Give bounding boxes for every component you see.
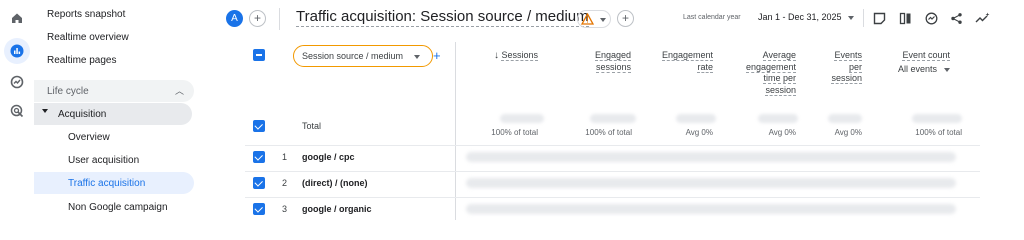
row-metrics-redacted — [466, 152, 956, 162]
advertising-icon[interactable] — [8, 102, 26, 120]
row-metrics-redacted — [466, 178, 956, 188]
share-icon[interactable] — [948, 10, 964, 26]
total-label: Total — [302, 121, 322, 131]
column-label: Engaged sessions — [594, 50, 631, 73]
row-checkbox[interactable] — [253, 177, 265, 189]
compare-icon[interactable] — [897, 10, 913, 26]
nav-realtime-overview[interactable]: Realtime overview — [47, 32, 129, 43]
total-value-engaged — [590, 114, 636, 123]
insights-icon[interactable] — [923, 10, 939, 26]
warning-dropdown[interactable] — [577, 10, 611, 28]
column-label: Events per session — [831, 50, 862, 84]
event-filter-dropdown[interactable]: All events — [898, 64, 937, 74]
time-avg: Avg 0% — [768, 128, 796, 137]
caret-down-icon — [42, 109, 48, 113]
sessions-total-pct: 100% of total — [491, 128, 538, 137]
row-number: 2 — [282, 178, 288, 188]
nav-user-acquisition[interactable]: User acquisition — [68, 155, 139, 166]
caret-down-icon — [944, 68, 950, 72]
select-all-checkbox[interactable] — [253, 49, 265, 61]
column-label: Event count — [902, 50, 950, 61]
column-header-avg-engagement-time[interactable]: Average engagement time per session — [738, 50, 796, 96]
total-value-events-per — [828, 114, 862, 123]
nav-overview[interactable]: Overview — [68, 132, 110, 143]
row-dimension-value[interactable]: google / cpc — [302, 152, 355, 162]
rate-avg: Avg 0% — [685, 128, 713, 137]
add-dimension-button[interactable]: + — [433, 48, 441, 63]
row-checkbox[interactable] — [253, 151, 265, 163]
reports-icon[interactable] — [4, 38, 30, 64]
total-value-rate — [676, 114, 716, 123]
total-value-sessions — [500, 114, 544, 123]
column-header-engaged-sessions[interactable]: Engaged sessions — [581, 50, 631, 73]
add-comparison-button[interactable]: + — [249, 10, 266, 27]
event-count-total-pct: 100% of total — [915, 128, 962, 137]
column-header-events-per-session[interactable]: Events per session — [820, 50, 862, 85]
column-header-event-count[interactable]: Event count — [880, 50, 950, 62]
sort-down-icon: ↓ — [493, 50, 499, 61]
nav-traffic-acquisition[interactable]: Traffic acquisition — [34, 172, 194, 194]
engaged-total-pct: 100% of total — [585, 128, 632, 137]
avatar[interactable]: A — [226, 10, 243, 27]
nav-section-label: Life cycle — [47, 86, 89, 97]
row-metrics-redacted — [466, 204, 956, 214]
column-header-sessions[interactable]: ↓ Sessions — [472, 50, 538, 62]
column-header-engagement-rate[interactable]: Engagement rate — [655, 50, 713, 73]
header-divider — [279, 8, 280, 30]
row-number: 3 — [282, 204, 288, 214]
dimension-selector[interactable]: Session source / medium — [293, 45, 433, 67]
caret-down-icon — [414, 55, 420, 59]
date-caret-icon[interactable] — [848, 16, 854, 20]
sparkle-trend-icon[interactable] — [974, 10, 990, 26]
column-label: Engagement rate — [661, 50, 713, 73]
add-filter-button[interactable]: + — [617, 10, 634, 27]
nav-non-google-campaign[interactable]: Non Google campaign — [68, 202, 168, 213]
page-title: Traffic acquisition: Session source / me… — [296, 8, 589, 27]
date-range-label: Last calendar year — [683, 14, 741, 21]
warning-icon — [581, 13, 594, 25]
left-rail — [0, 0, 34, 220]
column-label: Sessions — [501, 50, 538, 61]
nav-acquisition[interactable]: Acquisition — [34, 103, 192, 125]
chevron-up-icon: ︿ — [174, 86, 184, 96]
toolbar-divider — [863, 9, 864, 27]
total-checkbox[interactable] — [253, 120, 265, 132]
dimension-label: Session source / medium — [302, 51, 404, 61]
nav-section-life-cycle[interactable]: Life cycle ︿ — [34, 80, 194, 102]
nav-reports-snapshot[interactable]: Reports snapshot — [47, 9, 125, 20]
row-number: 1 — [282, 152, 288, 162]
nav-traffic-acquisition-label: Traffic acquisition — [68, 178, 146, 189]
date-range-picker[interactable]: Jan 1 - Dec 31, 2025 — [758, 12, 842, 22]
annotation-icon[interactable] — [871, 10, 887, 26]
events-per-avg: Avg 0% — [834, 128, 862, 137]
explore-icon[interactable] — [8, 73, 26, 91]
column-label: Average engagement time per session — [745, 50, 796, 96]
caret-down-icon — [600, 18, 606, 22]
total-value-event-count — [912, 114, 962, 123]
nav-acquisition-label: Acquisition — [58, 109, 107, 120]
column-divider — [455, 42, 456, 220]
row-checkbox[interactable] — [253, 203, 265, 215]
row-dimension-value[interactable]: google / organic — [302, 204, 372, 214]
reports-nav: Reports snapshot Realtime overview Realt… — [34, 0, 194, 220]
row-dimension-value[interactable]: (direct) / (none) — [302, 178, 368, 188]
home-icon[interactable] — [8, 9, 26, 27]
nav-realtime-pages[interactable]: Realtime pages — [47, 55, 116, 66]
total-value-time — [758, 114, 798, 123]
